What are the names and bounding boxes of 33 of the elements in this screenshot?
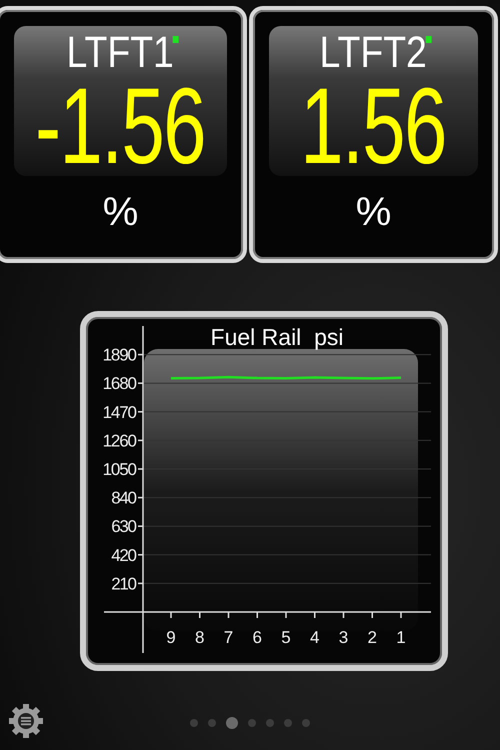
axis-label: 210 xyxy=(111,574,137,594)
gauge-title: LTFT1 xyxy=(66,30,174,76)
page-dot[interactable] xyxy=(266,719,274,727)
gauge-title: LTFT2 xyxy=(320,30,428,76)
axis-label: 1680 xyxy=(102,374,137,394)
page-dot[interactable] xyxy=(190,719,198,727)
page-dot[interactable] xyxy=(208,719,216,727)
axis-label: 420 xyxy=(111,546,137,565)
gauge-unit: % xyxy=(102,190,138,235)
axis-label: 840 xyxy=(111,488,137,508)
page-dot[interactable] xyxy=(226,717,238,729)
axis-label: 1470 xyxy=(102,402,137,422)
page-dot[interactable] xyxy=(248,719,256,727)
axis-label: 9 xyxy=(166,628,176,647)
axis-label: 4 xyxy=(310,628,320,647)
axis-label: 2 xyxy=(368,628,377,647)
axis-label: 1 xyxy=(396,628,406,647)
gauge-value: 1.56 xyxy=(300,76,446,176)
axis-label: 5 xyxy=(281,628,291,647)
settings-icon[interactable] xyxy=(8,703,44,739)
page-dot[interactable] xyxy=(302,719,310,727)
axis-label: 1260 xyxy=(102,431,137,450)
page-dot[interactable] xyxy=(284,719,292,727)
gauge-value: -1.56 xyxy=(35,76,206,176)
gauge-unit: % xyxy=(356,190,392,235)
axis-label: 7 xyxy=(224,628,234,647)
axis-label: 630 xyxy=(111,517,137,536)
chart-title: Fuel Rail psi xyxy=(210,324,344,350)
axis-label: 6 xyxy=(252,628,262,647)
axis-label: 1050 xyxy=(102,460,137,479)
axis-label: 8 xyxy=(195,628,204,647)
axis-label: 3 xyxy=(338,628,348,647)
axis-label: 1890 xyxy=(102,346,137,365)
